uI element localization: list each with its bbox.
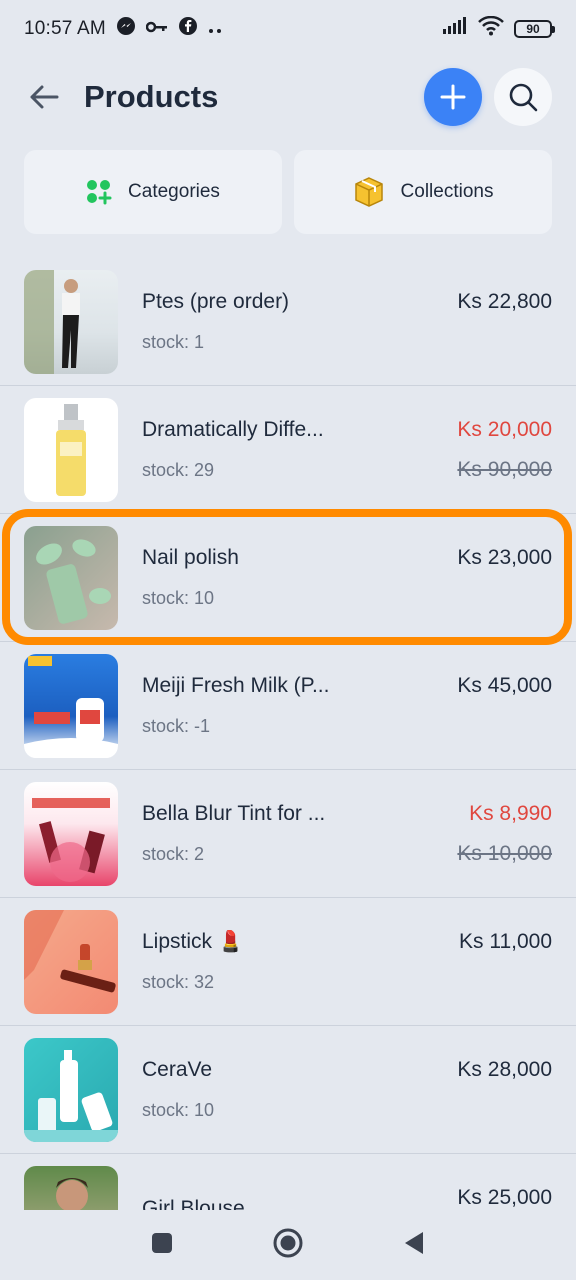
- key-icon: [145, 18, 168, 40]
- home-circle-icon[interactable]: [273, 1228, 303, 1263]
- product-image: [24, 653, 118, 758]
- product-price: Ks 45,000: [457, 673, 552, 697]
- product-name: CeraVe: [142, 1058, 213, 1081]
- product-image: [24, 781, 118, 886]
- categories-icon: [87, 180, 112, 205]
- product-name: Lipstick 💄: [142, 930, 245, 953]
- product-row-girl-blouse[interactable]: Girl Blouse Ks 25,000 .: [0, 1154, 576, 1210]
- search-button[interactable]: [494, 68, 552, 126]
- product-stock: stock: 1: [142, 332, 205, 352]
- back-button[interactable]: [24, 77, 64, 117]
- add-product-button[interactable]: [424, 68, 482, 126]
- product-name: Dramatically Diffe...: [142, 418, 324, 441]
- product-image: [24, 525, 118, 630]
- wifi-icon: [478, 15, 504, 42]
- square-icon[interactable]: [150, 1231, 174, 1260]
- page-title: Products: [84, 79, 219, 114]
- product-sale-price: Ks 20,000: [457, 417, 552, 441]
- search-icon: [509, 83, 538, 112]
- battery-icon: 90: [514, 20, 555, 38]
- product-price: Ks 11,000: [458, 929, 552, 953]
- product-stock: stock: 10: [142, 1100, 215, 1120]
- product-stock: stock: -1: [142, 716, 211, 736]
- product-row-meiji[interactable]: Meiji Fresh Milk (P... stock: -1 Ks 45,0…: [0, 642, 576, 770]
- system-navbar: [0, 1210, 576, 1280]
- product-old-price: Ks 10,000: [457, 841, 552, 865]
- messenger-icon: [116, 16, 136, 42]
- arrow-left-icon: [30, 85, 59, 109]
- shortcut-cards: Categories Collections: [24, 150, 552, 234]
- collections-card[interactable]: Collections: [294, 150, 552, 234]
- product-row-lipstick[interactable]: Lipstick 💄 stock: 32 Ks 11,000 .: [0, 898, 576, 1026]
- back-triangle-icon[interactable]: [402, 1230, 426, 1261]
- product-price: Ks 28,000: [457, 1057, 552, 1081]
- collections-label: Collections: [400, 181, 494, 202]
- product-name: Ptes (pre order): [142, 290, 290, 313]
- product-row-bella-blur[interactable]: Bella Blur Tint for ... stock: 2 Ks 8,99…: [0, 770, 576, 898]
- product-image: [24, 1165, 118, 1210]
- box-icon: [354, 177, 383, 207]
- product-name: Bella Blur Tint for ...: [142, 802, 326, 825]
- categories-label: Categories: [128, 181, 220, 202]
- facebook-icon: [178, 16, 198, 42]
- product-row-nail-polish[interactable]: Nail polish stock: 10 Ks 23,000 .: [0, 514, 576, 642]
- product-price: Ks 22,800: [457, 289, 552, 313]
- product-name: Nail polish: [142, 546, 239, 569]
- signal-icon: [442, 17, 468, 41]
- product-name: Meiji Fresh Milk (P...: [142, 674, 330, 697]
- product-image: [24, 269, 118, 374]
- product-row-cerave[interactable]: CeraVe stock: 10 Ks 28,000 .: [0, 1026, 576, 1154]
- more-dots-icon: [208, 18, 222, 40]
- product-image: [24, 909, 118, 1014]
- product-image: [24, 397, 118, 502]
- status-time: 10:57 AM: [24, 18, 106, 39]
- product-list: Ptes (pre order) stock: 1 Ks 22,800 . Dr…: [0, 258, 576, 1210]
- product-row-ptes[interactable]: Ptes (pre order) stock: 1 Ks 22,800 .: [0, 258, 576, 386]
- plus-icon: [440, 84, 466, 110]
- product-old-price: Ks 90,000: [457, 457, 552, 481]
- product-price: Ks 25,000: [457, 1185, 552, 1209]
- product-stock: stock: 32: [142, 972, 215, 992]
- product-price: Ks 23,000: [457, 545, 552, 569]
- product-sale-price: Ks 8,990: [469, 801, 552, 825]
- status-bar: 10:57 AM 90: [0, 0, 576, 58]
- app-header: Products: [0, 62, 576, 132]
- product-stock: stock: 10: [142, 588, 215, 608]
- product-stock: stock: 2: [142, 844, 205, 864]
- categories-card[interactable]: Categories: [24, 150, 282, 234]
- product-name: Girl Blouse: [142, 1196, 245, 1211]
- product-stock: stock: 29: [142, 460, 215, 480]
- product-row-dramatically[interactable]: Dramatically Diffe... stock: 29 Ks 20,00…: [0, 386, 576, 514]
- product-image: [24, 1037, 118, 1142]
